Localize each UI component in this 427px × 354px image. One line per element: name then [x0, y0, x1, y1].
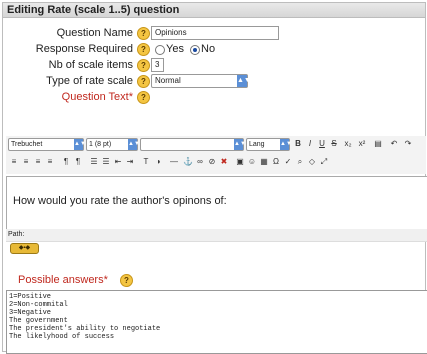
question-text-editor[interactable]: How would you rate the author's opinons … [6, 176, 427, 230]
align-center-icon[interactable]: ≡ [20, 156, 32, 167]
redo-icon[interactable]: ↷ [402, 138, 414, 149]
spell-icon[interactable]: ✓ [282, 156, 294, 167]
editor-content: How would you rate the author's opinons … [13, 195, 227, 207]
html-source-icon[interactable]: ◇ [306, 156, 318, 167]
toggle-editor-button[interactable]: ◆▪◆ [10, 243, 39, 254]
section-title: Editing Rate (scale 1..5) question [3, 3, 425, 18]
text-color-icon[interactable]: T [140, 156, 152, 167]
justify-icon[interactable]: ≡ [44, 156, 56, 167]
response-required-no-label: No [201, 43, 216, 55]
type-of-rate-scale-row: Type of rate scale ? Normal ▲▼ [3, 73, 423, 89]
type-of-rate-scale-label: Type of rate scale [46, 75, 133, 87]
response-required-label: Response Required [35, 43, 133, 55]
answer-line: 1=Positive [9, 293, 52, 301]
superscript-icon[interactable]: x² [356, 138, 368, 149]
smiley-icon[interactable]: ☺ [246, 156, 258, 167]
find-icon[interactable]: ⌕ [294, 156, 306, 167]
response-required-yes-radio[interactable] [155, 45, 165, 55]
chevron-updown-icon: ▲▼ [74, 139, 86, 150]
subscript-icon[interactable]: x₂ [342, 138, 354, 149]
help-icon[interactable]: ? [137, 27, 150, 40]
question-name-row: Question Name ? Opinions [3, 25, 423, 41]
language-select[interactable]: Lang ▲▼ [246, 138, 292, 151]
question-text-row: Question Text* ? [3, 89, 423, 105]
link-icon[interactable]: ∞ [194, 156, 206, 167]
nb-scale-items-label: Nb of scale items [48, 59, 133, 71]
editor-path-bar: Path: [6, 229, 427, 242]
font-family-value: Trebuchet [11, 141, 43, 148]
unlink-icon[interactable]: ⊘ [206, 156, 218, 167]
special-char-icon[interactable]: Ω [270, 156, 282, 167]
help-icon[interactable]: ? [137, 91, 150, 104]
answer-line: 3=Negative [9, 309, 52, 317]
fullscreen-icon[interactable]: ⤢ [318, 156, 330, 167]
response-required-no-radio[interactable] [190, 45, 200, 55]
heading-select[interactable]: ▲▼ [140, 138, 246, 151]
editor-toolbar: Trebuchet ▲▼ 1 (8 pt) ▲▼ ▲▼ Lang ▲▼ B I … [6, 136, 426, 174]
chevron-updown-icon: ▲▼ [237, 75, 251, 87]
response-required-row: Response Required ? Yes No [3, 41, 423, 57]
language-value: Lang [249, 141, 265, 148]
possible-answers-label: Possible answers* [18, 274, 108, 286]
answer-line: The president's ability to negotiate [9, 325, 161, 333]
answer-line: The government [9, 317, 68, 325]
help-icon[interactable]: ? [120, 274, 133, 287]
possible-answers-textarea[interactable]: 1=Positive 2=Non-commital 3=Negative The… [6, 290, 427, 354]
response-required-yes-label: Yes [166, 43, 184, 55]
answer-line: The likelyhood of success [9, 333, 115, 341]
background-color-icon[interactable]: ◑ [152, 156, 164, 167]
ltr-icon[interactable]: ¶ [60, 156, 72, 167]
no-link-icon[interactable]: ✖ [218, 156, 230, 167]
chevron-updown-icon: ▲▼ [280, 139, 292, 150]
nb-scale-items-row: Nb of scale items ? 3 [3, 57, 423, 73]
help-icon[interactable]: ? [137, 75, 150, 88]
horizontal-rule-icon[interactable]: — [168, 156, 180, 167]
help-icon[interactable]: ? [137, 59, 150, 72]
underline-icon[interactable]: U [316, 138, 328, 149]
strikethrough-icon[interactable]: S [328, 138, 340, 149]
outdent-icon[interactable]: ⇤ [112, 156, 124, 167]
align-left-icon[interactable]: ≡ [8, 156, 20, 167]
chevron-updown-icon: ▲▼ [234, 139, 246, 150]
undo-icon[interactable]: ↶ [388, 138, 400, 149]
nb-scale-items-input[interactable]: 3 [151, 58, 164, 72]
bold-icon[interactable]: B [292, 138, 304, 149]
font-size-value: 1 (8 pt) [89, 141, 112, 148]
unordered-list-icon[interactable]: ☰ [100, 156, 112, 167]
question-text-label: Question Text* [61, 91, 133, 103]
indent-icon[interactable]: ⇥ [124, 156, 136, 167]
insert-table-icon[interactable]: ▦ [258, 156, 270, 167]
rtl-icon[interactable]: ¶ [72, 156, 84, 167]
align-right-icon[interactable]: ≡ [32, 156, 44, 167]
help-icon[interactable]: ? [137, 43, 150, 56]
font-size-select[interactable]: 1 (8 pt) ▲▼ [86, 138, 140, 151]
type-of-rate-scale-select[interactable]: Normal ▲▼ [151, 74, 251, 88]
question-name-input[interactable]: Opinions [151, 26, 279, 40]
font-family-select[interactable]: Trebuchet ▲▼ [8, 138, 86, 151]
answer-line: 2=Non-commital [9, 301, 68, 309]
image-icon[interactable]: ▣ [234, 156, 246, 167]
ordered-list-icon[interactable]: ☰ [88, 156, 100, 167]
italic-icon[interactable]: I [304, 138, 316, 149]
anchor-icon[interactable]: ⚓ [182, 156, 194, 167]
chevron-updown-icon: ▲▼ [128, 139, 140, 150]
question-name-label: Question Name [56, 27, 133, 39]
paste-icon[interactable]: ▤ [372, 138, 384, 149]
type-of-rate-scale-value: Normal [155, 76, 181, 85]
